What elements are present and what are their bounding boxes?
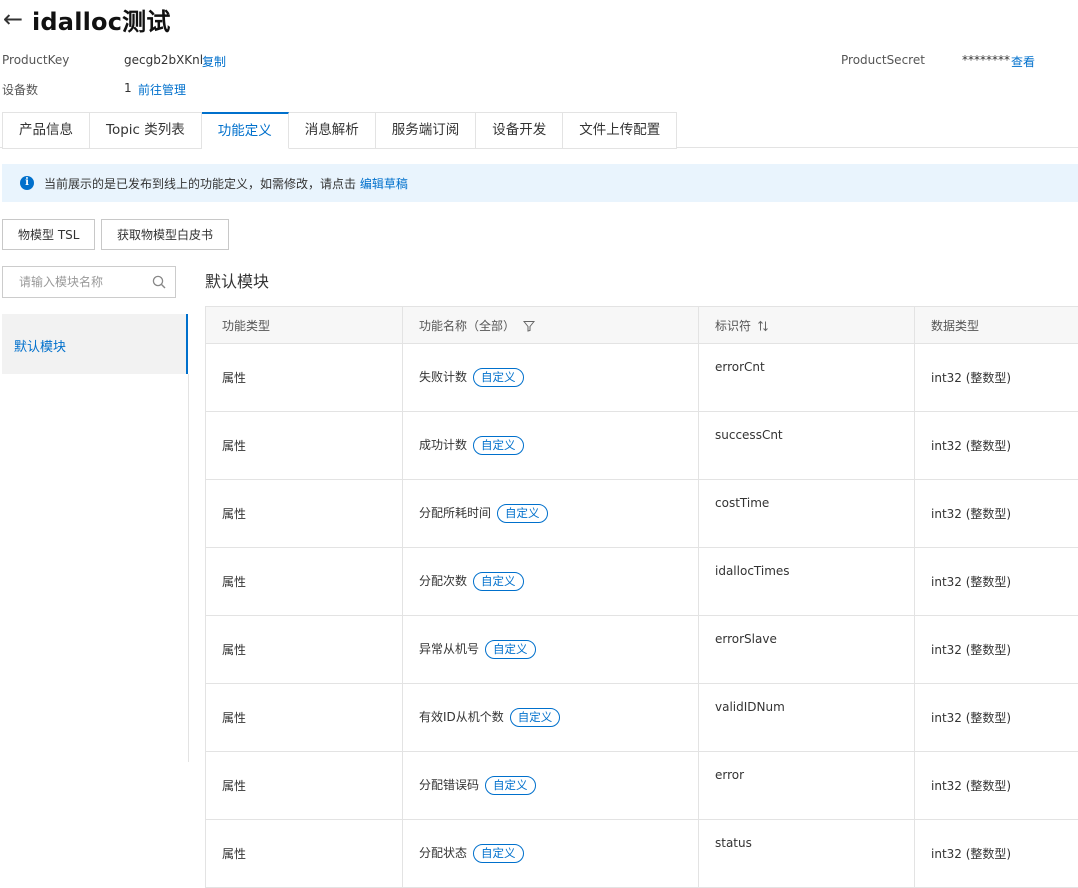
product-key-label: ProductKey [2,53,69,67]
copy-link[interactable]: 复制 [202,53,226,70]
cell-identifier: costTime [699,480,915,548]
column-header-function-type: 功能类型 [206,307,403,344]
notice-text: 当前展示的是已发布到线上的功能定义，如需修改，请点击 编辑草稿 [44,175,408,192]
page-header: ← idalloc测试 [0,2,171,36]
function-name: 有效ID从机个数 [419,710,504,724]
cell-identifier: successCnt [699,412,915,480]
tab-device-development[interactable]: 设备开发 [476,112,563,149]
cell-identifier: status [699,820,915,888]
tab-server-subscription[interactable]: 服务端订阅 [376,112,477,149]
cell-data-type: int32 (整数型) [915,480,1078,548]
tab-file-upload-config[interactable]: 文件上传配置 [563,112,677,149]
function-name: 失败计数 [419,370,467,384]
cell-data-type: int32 (整数型) [915,412,1078,480]
page-title: idalloc测试 [32,2,171,37]
cell-function-type: 属性 [206,684,403,752]
info-icon: i [20,176,34,190]
edit-draft-link[interactable]: 编辑草稿 [360,177,408,191]
custom-tag: 自定义 [473,844,524,863]
filter-icon[interactable] [523,320,535,332]
custom-tag: 自定义 [473,572,524,591]
module-list: 默认模块 [2,314,188,374]
cell-function-name: 分配次数自定义 [403,548,699,616]
custom-tag: 自定义 [497,504,548,523]
tab-topic-list[interactable]: Topic 类列表 [90,112,202,149]
cell-identifier: errorCnt [699,344,915,412]
notice-banner: i 当前展示的是已发布到线上的功能定义，如需修改，请点击 编辑草稿 [2,164,1078,202]
cell-function-type: 属性 [206,344,403,412]
cell-data-type: int32 (整数型) [915,616,1078,684]
cell-function-name: 异常从机号自定义 [403,616,699,684]
column-header-identifier[interactable]: 标识符 [699,307,915,344]
whitepaper-button[interactable]: 获取物模型白皮书 [101,219,229,250]
custom-tag: 自定义 [473,368,524,387]
product-key-value: gecgb2bXKnl [124,53,203,67]
table-row: 属性 分配所耗时间自定义 costTime int32 (整数型) [206,480,1078,548]
device-count-label: 设备数 [2,81,38,98]
cell-data-type: int32 (整数型) [915,344,1078,412]
custom-tag: 自定义 [485,640,536,659]
table-row: 属性 分配次数自定义 idallocTimes int32 (整数型) [206,548,1078,616]
table-row: 属性 有效ID从机个数自定义 validIDNum int32 (整数型) [206,684,1078,752]
module-search-input[interactable] [3,267,149,297]
sidebar-divider [188,374,189,762]
custom-tag: 自定义 [510,708,561,727]
custom-tag: 自定义 [485,776,536,795]
tab-message-parsing[interactable]: 消息解析 [289,112,376,149]
cell-identifier: errorSlave [699,616,915,684]
tab-function-definition[interactable]: 功能定义 [202,112,289,149]
column-header-identifier-label: 标识符 [715,319,751,333]
cell-function-name: 分配所耗时间自定义 [403,480,699,548]
function-name: 成功计数 [419,438,467,452]
tab-product-info[interactable]: 产品信息 [2,112,90,149]
function-name: 分配错误码 [419,778,479,792]
cell-function-name: 成功计数自定义 [403,412,699,480]
custom-tag: 自定义 [473,436,524,455]
table-row: 属性 成功计数自定义 successCnt int32 (整数型) [206,412,1078,480]
module-search-box [2,266,176,298]
column-header-function-name[interactable]: 功能名称（全部） [403,307,699,344]
view-secret-link[interactable]: 查看 [1011,53,1035,70]
function-name: 分配所耗时间 [419,506,491,520]
sort-icon[interactable] [757,320,769,332]
search-icon[interactable] [151,274,167,290]
cell-data-type: int32 (整数型) [915,684,1078,752]
cell-function-type: 属性 [206,480,403,548]
cell-function-name: 分配状态自定义 [403,820,699,888]
device-count-value: 1 [124,81,132,95]
function-table: 功能类型 功能名称（全部） 标识符 数据类型 属性 失败计数自定义 errorC… [205,306,1078,888]
table-header-row: 功能类型 功能名称（全部） 标识符 数据类型 [206,307,1078,344]
function-name: 异常从机号 [419,642,479,656]
cell-function-type: 属性 [206,820,403,888]
cell-data-type: int32 (整数型) [915,548,1078,616]
cell-identifier: idallocTimes [699,548,915,616]
module-item-default[interactable]: 默认模块 [14,336,66,355]
table-row: 属性 失败计数自定义 errorCnt int32 (整数型) [206,344,1078,412]
column-header-data-type: 数据类型 [915,307,1078,344]
back-arrow-icon[interactable]: ← [0,5,28,33]
cell-function-type: 属性 [206,616,403,684]
column-header-function-name-label: 功能名称（全部） [419,319,515,333]
module-title: 默认模块 [205,268,269,292]
cell-function-name: 失败计数自定义 [403,344,699,412]
tsl-button[interactable]: 物模型 TSL [2,219,95,250]
cell-data-type: int32 (整数型) [915,820,1078,888]
table-row: 属性 异常从机号自定义 errorSlave int32 (整数型) [206,616,1078,684]
tab-bar: 产品信息 Topic 类列表 功能定义 消息解析 服务端订阅 设备开发 文件上传… [2,112,677,148]
product-secret-value: ******** [962,53,1010,67]
product-secret-label: ProductSecret [841,53,925,67]
table-row: 属性 分配状态自定义 status int32 (整数型) [206,820,1078,888]
cell-identifier: validIDNum [699,684,915,752]
cell-function-type: 属性 [206,412,403,480]
cell-function-name: 有效ID从机个数自定义 [403,684,699,752]
notice-message: 当前展示的是已发布到线上的功能定义，如需修改，请点击 [44,177,356,191]
manage-devices-link[interactable]: 前往管理 [138,81,186,98]
cell-function-type: 属性 [206,548,403,616]
function-table-container: 功能类型 功能名称（全部） 标识符 数据类型 属性 失败计数自定义 errorC… [205,306,1078,888]
function-name: 分配状态 [419,846,467,860]
function-name: 分配次数 [419,574,467,588]
